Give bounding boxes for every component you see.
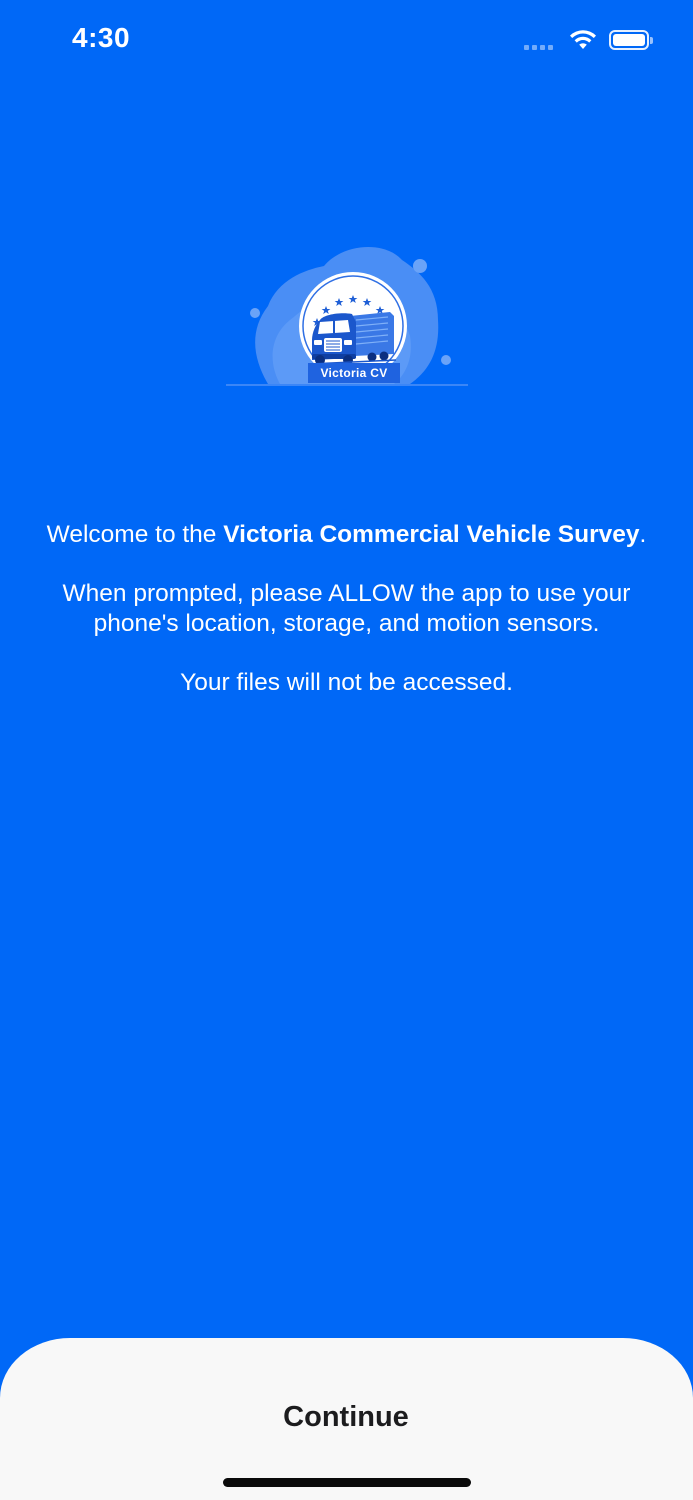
welcome-message: Welcome to the Victoria Commercial Vehic…	[40, 520, 653, 727]
cellular-dots-icon	[524, 30, 553, 50]
permission-instructions: When prompted, please ALLOW the app to u…	[62, 580, 631, 637]
wifi-icon	[570, 30, 596, 49]
welcome-intro-prefix: Welcome to the	[46, 521, 224, 548]
status-bar: 4:30	[0, 0, 693, 80]
logo-label: Victoria CV	[308, 363, 400, 383]
status-time: 4:30	[72, 22, 131, 53]
privacy-note: Your files will not be accessed.	[180, 669, 513, 696]
status-icons	[524, 28, 653, 52]
welcome-screen: 4:30 Victoria CV Welcome to the Victoria…	[0, 0, 693, 1500]
home-indicator[interactable]	[223, 1478, 471, 1487]
battery-icon	[609, 30, 653, 50]
victoria-cv-logo: Victoria CV	[224, 240, 470, 390]
welcome-intro-suffix: .	[639, 521, 647, 548]
truck-icon	[309, 312, 397, 365]
continue-button[interactable]: Continue	[196, 1390, 496, 1444]
welcome-intro: Welcome to the Victoria Commercial Vehic…	[40, 520, 653, 550]
battery-fill	[613, 34, 645, 46]
survey-name: Victoria Commercial Vehicle Survey	[223, 521, 640, 548]
bottom-sheet: Continue	[0, 1338, 693, 1500]
